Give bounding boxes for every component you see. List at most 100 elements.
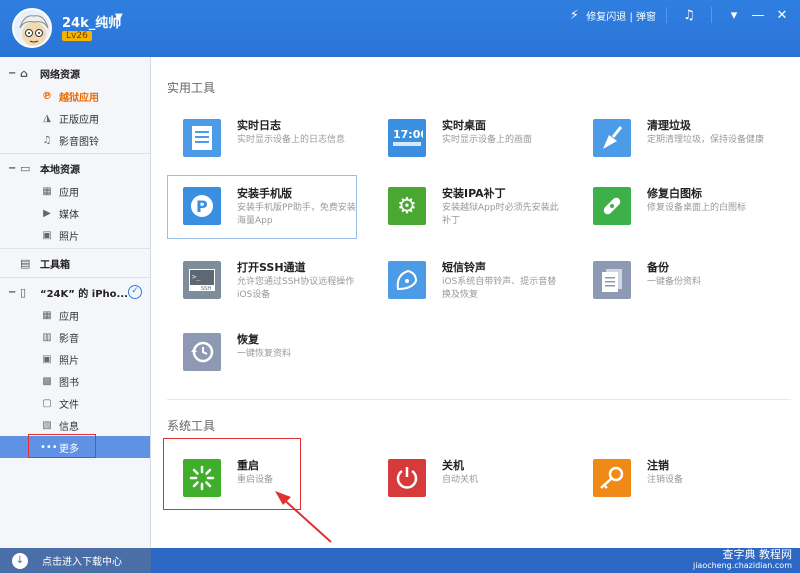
- tool-name: 清理垃圾: [647, 119, 691, 132]
- avatar[interactable]: [12, 8, 52, 48]
- tool-desc: 定期清理垃圾，保持设备健康: [647, 135, 765, 145]
- section-title-system: 系统工具: [167, 419, 216, 433]
- menu-icon[interactable]: ▾: [726, 8, 742, 23]
- sidebar-item-official-apps[interactable]: ◮ 正版应用: [0, 107, 150, 129]
- tool-desc: 自动关机: [442, 475, 479, 485]
- tool-open-ssh[interactable]: >_ SSH 打开SSH通道 允许您通过SSH协议远程操作iOS设备: [167, 249, 357, 313]
- section-local-resources[interactable]: − ▭ 本地资源: [0, 156, 150, 180]
- section-title-practical: 实用工具: [167, 81, 216, 95]
- sidebar-item-more[interactable]: ••• 更多: [0, 434, 150, 458]
- svg-text:17:00: 17:00: [393, 128, 423, 141]
- tool-desc: 安装越狱App时必须先安装此补丁: [442, 203, 559, 226]
- sidebar-item-media-ringtones[interactable]: ♫ 影音图铃: [0, 129, 150, 151]
- tool-name: 实时日志: [237, 119, 281, 132]
- svg-text:SSH: SSH: [201, 286, 211, 292]
- key-icon: [593, 459, 631, 497]
- backup-icon: [593, 261, 631, 299]
- section-toolbox[interactable]: ▤ 工具箱: [0, 251, 150, 275]
- sidebar-item-device-files[interactable]: ▢ 文件: [0, 392, 150, 414]
- power-icon: [388, 459, 426, 497]
- tool-desc: 允许您通过SSH协议远程操作iOS设备: [237, 277, 355, 300]
- tool-clean-junk[interactable]: 清理垃圾 定期清理垃圾，保持设备健康: [577, 107, 767, 171]
- tool-logout[interactable]: 注销 注销设备: [577, 447, 767, 511]
- desktop-icon: 17:00: [388, 119, 426, 157]
- collapse-icon[interactable]: −: [8, 163, 20, 174]
- grid-icon: ▦: [42, 185, 52, 197]
- sidebar-item-local-photos[interactable]: ▣ 照片: [0, 224, 150, 246]
- ssh-icon: >_ SSH: [183, 261, 221, 299]
- tool-name: 备份: [647, 261, 669, 274]
- tool-name: 恢复: [237, 333, 259, 346]
- music-icon: ♫: [42, 134, 52, 146]
- tool-name: 短信铃声: [442, 261, 486, 274]
- download-center-bar[interactable]: ↓ 点击进入下载中心: [0, 548, 151, 573]
- bell-icon: [388, 261, 426, 299]
- monitor-icon: ▭: [20, 161, 31, 175]
- sidebar-item-local-media[interactable]: ▶ 媒体: [0, 202, 150, 224]
- collapse-icon[interactable]: −: [8, 68, 20, 79]
- chevron-down-icon[interactable]: ▼: [115, 12, 123, 23]
- sidebar-item-device-apps[interactable]: ▦ 应用: [0, 304, 150, 326]
- tool-name: 实时桌面: [442, 119, 486, 132]
- level-badge: Lv26: [62, 31, 92, 41]
- sidebar-item-device-photos[interactable]: ▣ 照片: [0, 348, 150, 370]
- tool-name: 注销: [647, 459, 669, 472]
- section-network-resources[interactable]: − ⌂ 网络资源: [0, 61, 150, 85]
- divider: [711, 7, 712, 23]
- tool-realtime-log[interactable]: 实时日志 实时显示设备上的日志信息: [167, 107, 357, 171]
- tool-install-mobile[interactable]: P 安装手机版 安装手机版PP助手，免费安装海量App: [167, 175, 357, 239]
- download-icon: ↓: [12, 552, 28, 569]
- top-bar: 24k_纯帅 ▼ Lv26 ⚡ 修复闪退 | 弹窗 ♫ ▾ — ✕: [0, 0, 800, 57]
- message-icon: ▧: [42, 419, 52, 431]
- watermark: 查字典 教程网 jiaocheng.chazidian.com: [692, 548, 792, 570]
- repair-crash-link[interactable]: 修复闪退 | 弹窗: [586, 8, 656, 23]
- tool-realtime-desktop[interactable]: 17:00 实时桌面 实时显示设备上的画面: [372, 107, 562, 171]
- pp-icon: ℗: [42, 90, 52, 102]
- annotation-arrow: [275, 491, 332, 543]
- tool-desc: 安装手机版PP助手，免费安装海量App: [237, 203, 356, 226]
- tool-shutdown[interactable]: 关机 自动关机: [372, 447, 562, 511]
- video-icon: ▶: [43, 207, 51, 219]
- tool-desc: 一键恢复资料: [237, 349, 292, 359]
- file-icon: ▢: [42, 397, 52, 409]
- music-icon[interactable]: ♫: [681, 8, 697, 23]
- divider: [0, 248, 150, 249]
- tool-name: 安装手机版: [237, 187, 292, 200]
- tool-desc: iOS系统自带铃声、提示音替换及恢复: [442, 277, 557, 300]
- lightning-icon: ⚡: [569, 7, 579, 23]
- highlight-box: [28, 434, 96, 458]
- tool-name: 修复白图标: [647, 187, 702, 200]
- phone-icon: ▯: [20, 285, 27, 299]
- check-icon: ✓: [128, 285, 142, 299]
- tool-restore[interactable]: 恢复 一键恢复资料: [167, 321, 357, 385]
- username[interactable]: 24k_纯帅: [62, 12, 121, 31]
- restore-icon: [183, 333, 221, 371]
- close-icon[interactable]: ✕: [774, 8, 790, 23]
- tool-desc: 一键备份资料: [647, 277, 702, 287]
- pp-icon: P: [183, 187, 221, 225]
- divider: [167, 399, 791, 400]
- sidebar-item-local-apps[interactable]: ▦ 应用: [0, 180, 150, 202]
- broom-icon: [593, 119, 631, 157]
- tool-backup[interactable]: 备份 一键备份资料: [577, 249, 767, 313]
- section-device[interactable]: − ▯ “24K” 的 iPho... ✓: [0, 280, 150, 304]
- collapse-icon[interactable]: −: [8, 287, 20, 298]
- bandage-icon: [593, 187, 631, 225]
- sidebar-item-device-media[interactable]: ▥ 影音: [0, 326, 150, 348]
- toolbox-icon: ▤: [20, 256, 31, 270]
- svg-text:>_: >_: [192, 273, 201, 281]
- gear-icon: ⚙: [388, 187, 426, 225]
- sidebar-item-jailbreak-apps[interactable]: ℗ 越狱应用: [0, 85, 150, 107]
- tool-install-ipa-patch[interactable]: ⚙ 安装IPA补丁 安装越狱App时必须先安装此补丁: [372, 175, 562, 239]
- divider: [666, 7, 667, 23]
- book-icon: ▩: [42, 375, 52, 387]
- tool-name: 打开SSH通道: [237, 261, 306, 274]
- sidebar-item-device-books[interactable]: ▩ 图书: [0, 370, 150, 392]
- grid-icon: ▦: [42, 309, 52, 321]
- tool-sms-ringtone[interactable]: 短信铃声 iOS系统自带铃声、提示音替换及恢复: [372, 249, 562, 313]
- sidebar-item-device-messages[interactable]: ▧ 信息: [0, 414, 150, 436]
- window-controls: ⚡ 修复闪退 | 弹窗 ♫ ▾ — ✕: [562, 0, 800, 30]
- minimize-icon[interactable]: —: [750, 8, 766, 23]
- tool-fix-white-icon[interactable]: 修复白图标 修复设备桌面上的白图标: [577, 175, 767, 239]
- tool-desc: 实时显示设备上的画面: [442, 135, 533, 145]
